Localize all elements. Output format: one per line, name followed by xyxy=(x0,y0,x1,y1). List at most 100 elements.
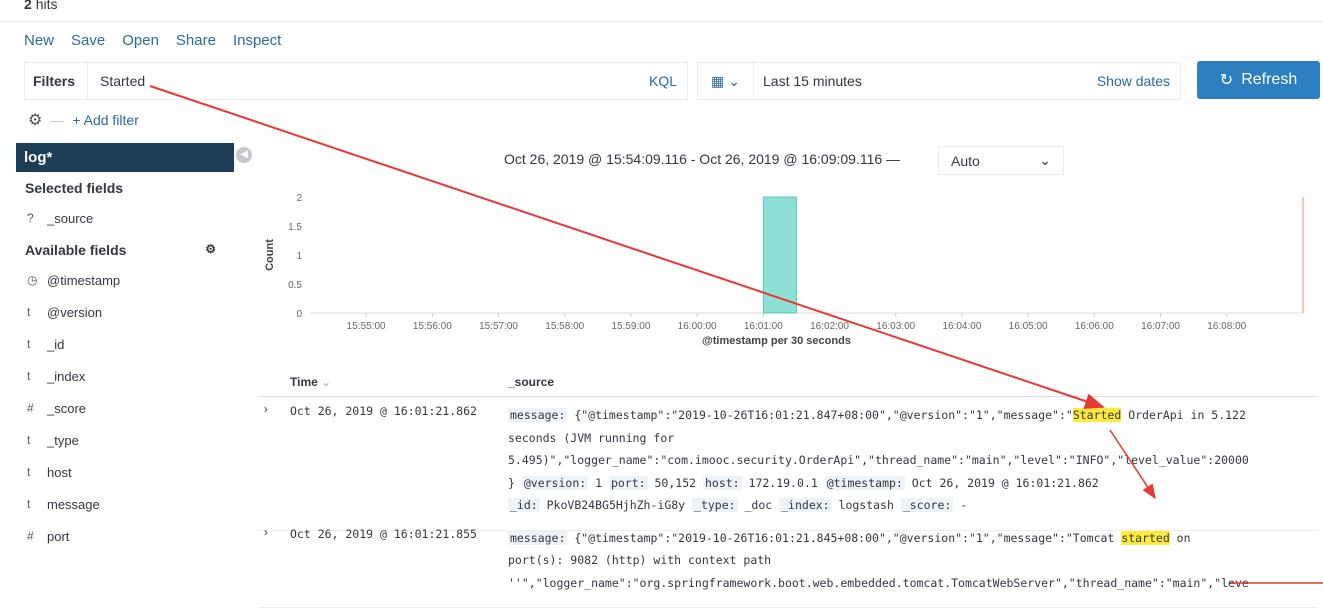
field-type-icon: # xyxy=(27,529,47,543)
available-fields-list: ◷@timestampt@versiont_idt_index#_scoret_… xyxy=(16,264,234,552)
field-value: {"@timestamp":"2019-10-26T16:01:21.847+0… xyxy=(567,408,1072,422)
field-name: host xyxy=(47,465,72,480)
field-index[interactable]: t_index xyxy=(16,360,234,392)
expand-row-button[interactable]: › xyxy=(264,527,268,539)
x-tick-label: 16:06:00 xyxy=(1075,321,1114,332)
source-line: 5.495)","logger_name":"com.imooc.securit… xyxy=(508,449,1308,472)
x-tick-label: 16:00:00 xyxy=(678,321,717,332)
y-tick-label: 0.5 xyxy=(288,280,302,291)
y-tick-label: 1.5 xyxy=(288,222,302,233)
gear-icon[interactable]: ⚙ xyxy=(28,110,42,130)
interval-select[interactable]: Auto⌄ xyxy=(938,146,1064,175)
y-tick-label: 0 xyxy=(296,309,302,320)
x-tick-label: 15:55:00 xyxy=(347,321,386,332)
field-name: @version xyxy=(47,305,102,320)
calendar-icon: ▦ xyxy=(711,73,724,90)
date-range[interactable]: Last 15 minutes xyxy=(754,73,1097,89)
field-value: - xyxy=(953,498,967,512)
field-value: ''","logger_name":"org.springframework.b… xyxy=(508,576,1249,590)
x-tick-label: 16:04:00 xyxy=(942,321,981,332)
field-key: port: xyxy=(609,476,648,490)
column-header-time[interactable]: Time ⌄ xyxy=(290,375,331,389)
y-tick-label: 1 xyxy=(296,251,302,262)
field-value: OrderApi in 5.122 xyxy=(1121,408,1246,422)
field-timestamp[interactable]: ◷@timestamp xyxy=(16,264,234,296)
field-key: @timestamp: xyxy=(825,476,905,490)
table-row: › Oct 26, 2019 @ 16:01:21.855 message: {"@… xyxy=(258,527,1318,608)
field-key: _index: xyxy=(779,498,831,512)
field-value: 1 xyxy=(588,476,609,490)
source-line: ''","logger_name":"org.springframework.b… xyxy=(508,572,1308,595)
kql-toggle[interactable]: KQL xyxy=(649,73,687,89)
field-type-icon: t xyxy=(27,305,47,319)
query-input[interactable]: Started xyxy=(88,73,649,89)
add-filter-button[interactable]: + Add filter xyxy=(72,112,139,128)
field-name: _score xyxy=(47,401,86,416)
field-name: _id xyxy=(47,337,64,352)
field-type[interactable]: t_type xyxy=(16,424,234,456)
field-key: _id: xyxy=(508,498,540,512)
field-value: {"@timestamp":"2019-10-26T16:01:21.845+0… xyxy=(567,531,1121,545)
field-sidebar: log* Selected fields ?_source Available … xyxy=(16,143,234,552)
field-value: } xyxy=(508,476,522,490)
field-value: seconds (JVM running for xyxy=(508,431,674,445)
query-bar: Filters Started KQL xyxy=(24,62,688,100)
collapse-sidebar-button[interactable]: ◀ xyxy=(236,147,252,163)
date-picker: ▦⌄ Last 15 minutes Show dates xyxy=(697,62,1181,100)
field-value: 50,152 xyxy=(648,476,703,490)
histogram-bar xyxy=(763,197,796,313)
field-name: _index xyxy=(47,369,85,384)
source-line: seconds (JVM running for xyxy=(508,427,1308,450)
selected-fields-list: ?_source xyxy=(16,202,234,234)
menu-new[interactable]: New xyxy=(24,32,54,49)
field-port[interactable]: #port xyxy=(16,520,234,552)
show-dates-link[interactable]: Show dates xyxy=(1097,73,1180,89)
field-value: port(s): 9082 (http) with context path xyxy=(508,553,771,567)
source-line: port(s): 9082 (http) with context path xyxy=(508,549,1308,572)
top-nav-menu: New Save Open Share Inspect xyxy=(24,32,281,49)
index-pattern-selector[interactable]: log* xyxy=(16,143,234,172)
x-tick-label: 16:03:00 xyxy=(876,321,915,332)
gear-icon[interactable]: ⚙ xyxy=(205,242,216,264)
field-score[interactable]: #_score xyxy=(16,392,234,424)
divider: — xyxy=(50,112,64,128)
menu-save[interactable]: Save xyxy=(71,32,105,49)
expand-row-button[interactable]: › xyxy=(264,404,268,416)
x-tick-label: 15:58:00 xyxy=(545,321,584,332)
field-source[interactable]: ?_source xyxy=(16,202,234,234)
row-source: message: {"@timestamp":"2019-10-26T16:01… xyxy=(508,404,1308,517)
field-key: @version: xyxy=(522,476,588,490)
calendar-quick-menu[interactable]: ▦⌄ xyxy=(698,63,754,99)
source-line: message: {"@timestamp":"2019-10-26T16:01… xyxy=(508,404,1308,427)
field-message[interactable]: tmessage xyxy=(16,488,234,520)
field-type-icon: t xyxy=(27,433,47,447)
x-tick-label: 16:08:00 xyxy=(1207,321,1246,332)
x-tick-label: 16:07:00 xyxy=(1141,321,1180,332)
field-key: _type: xyxy=(692,498,738,512)
column-header-source: _source xyxy=(508,375,554,389)
field-name: message xyxy=(47,497,100,512)
source-line: _id: PkoVB24BG5HjhZh-iG8y _type: _doc _i… xyxy=(508,494,1308,517)
field-id[interactable]: t_id xyxy=(16,328,234,360)
field-key: _score: xyxy=(901,498,953,512)
field-value: logstash xyxy=(832,498,901,512)
menu-inspect[interactable]: Inspect xyxy=(233,32,281,49)
field-value: PkoVB24BG5HjhZh-iG8y xyxy=(540,498,692,512)
field-version[interactable]: t@version xyxy=(16,296,234,328)
row-time: Oct 26, 2019 @ 16:01:21.855 xyxy=(290,527,477,541)
x-tick-label: 15:59:00 xyxy=(611,321,650,332)
field-host[interactable]: thost xyxy=(16,456,234,488)
sort-icon[interactable]: ⌄ xyxy=(321,375,331,389)
search-highlight: Started xyxy=(1073,408,1121,422)
field-type-icon: t xyxy=(27,465,47,479)
menu-open[interactable]: Open xyxy=(122,32,159,49)
refresh-button[interactable]: ↻Refresh xyxy=(1197,61,1320,99)
x-tick-label: 15:56:00 xyxy=(413,321,452,332)
field-type-icon: # xyxy=(27,401,47,415)
histogram-time-range: Oct 26, 2019 @ 15:54:09.116 - Oct 26, 20… xyxy=(504,151,900,167)
field-value: 172.19.0.1 xyxy=(742,476,825,490)
table-row: ›Oct 26, 2019 @ 16:01:21.862message: {"@… xyxy=(258,404,1318,531)
available-fields-title: Available fields⚙ xyxy=(16,234,234,264)
field-key: message: xyxy=(508,531,567,545)
menu-share[interactable]: Share xyxy=(176,32,216,49)
